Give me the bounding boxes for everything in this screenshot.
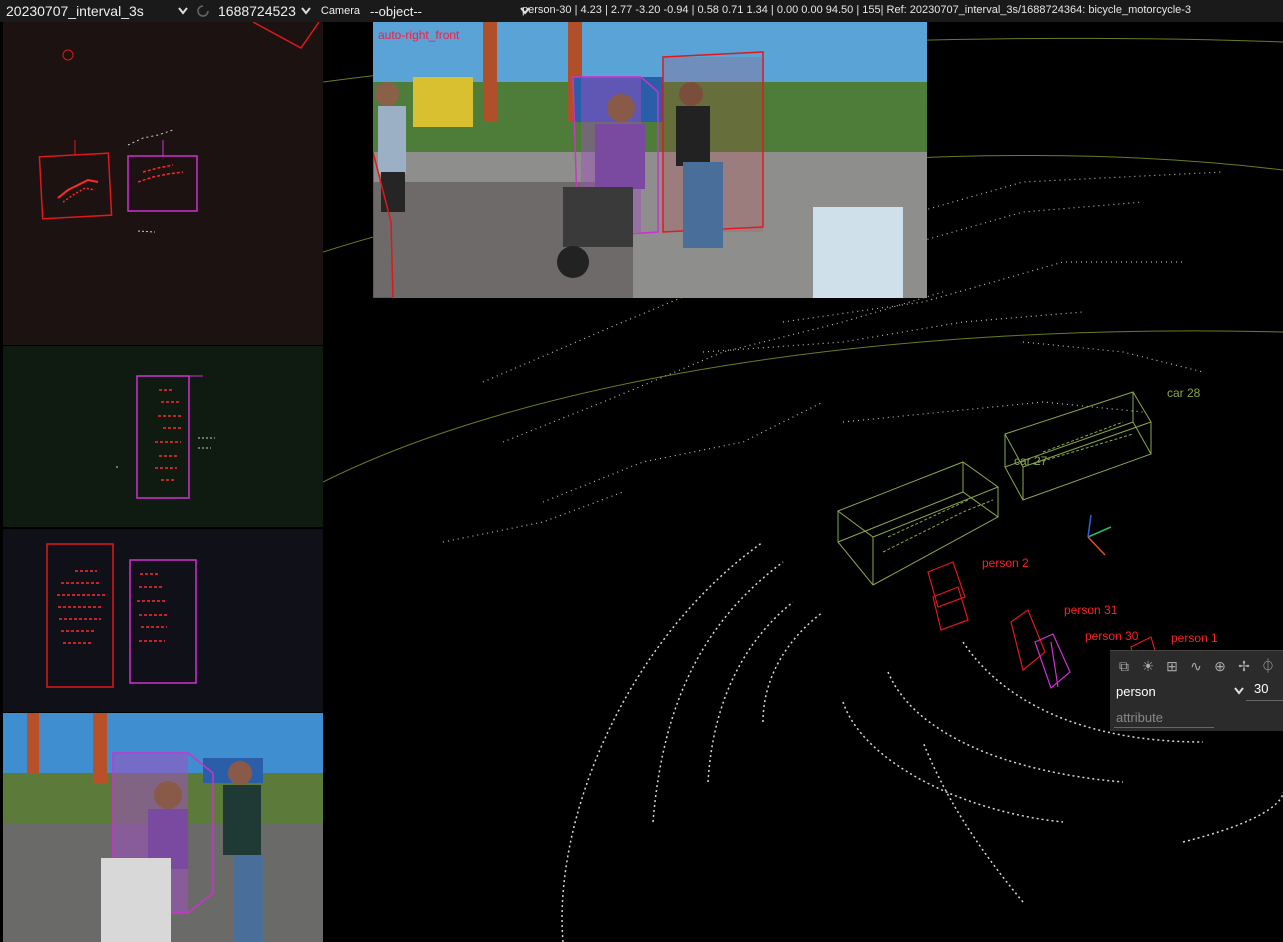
pin-icon[interactable]: ⏀: [1258, 656, 1278, 676]
camera-overlay-name: auto-right_front: [378, 28, 460, 42]
side-view[interactable]: [3, 346, 323, 527]
object-label-person-1[interactable]: person 1: [1171, 631, 1218, 645]
class-select-value: person: [1116, 683, 1156, 699]
light-icon[interactable]: ☀: [1138, 656, 1158, 676]
frame-select[interactable]: 1688724523: [218, 3, 311, 19]
selected-object-info: person-30 | 4.23 | 2.77 -3.20 -0.94 | 0.…: [522, 4, 1192, 16]
move-icon[interactable]: ✢: [1234, 656, 1254, 676]
object-label-person-31[interactable]: person 31: [1064, 603, 1117, 617]
copy-icon[interactable]: ⧉: [1114, 656, 1134, 676]
chevron-down-icon: [1234, 687, 1244, 695]
camera-overlay-image: [373, 22, 927, 298]
top-view[interactable]: [3, 22, 323, 345]
object-label-person-2[interactable]: person 2: [982, 556, 1029, 570]
camera-overlay[interactable]: auto-right_front: [373, 22, 927, 298]
back-view-canvas: [46, 543, 197, 688]
object-editor-panel: ⧉ ☀ ⊞ ∿ ⊕ ✢ ⏀ person 30: [1110, 650, 1283, 731]
object-label-person-30[interactable]: person 30: [1085, 629, 1138, 643]
chevron-down-icon: [301, 7, 311, 15]
zoom-icon[interactable]: ⊕: [1210, 656, 1230, 676]
layout-icon[interactable]: ⊞: [1162, 656, 1182, 676]
side-views-panel: [0, 22, 323, 942]
chevron-down-icon: [178, 7, 188, 15]
top-view-canvas: [38, 22, 320, 233]
reload-icon[interactable]: [194, 2, 212, 20]
back-view[interactable]: [3, 529, 323, 712]
toolbar: 20230707_interval_3s 1688724523 Camera -…: [0, 0, 1283, 22]
object-select[interactable]: --object--: [370, 4, 530, 19]
track-id-field[interactable]: 30: [1246, 681, 1283, 701]
class-select[interactable]: person: [1116, 681, 1244, 701]
camera-thumbnail-image: [3, 713, 323, 942]
attribute-input[interactable]: [1114, 707, 1214, 728]
camera-button[interactable]: Camera: [321, 5, 360, 17]
curve-icon[interactable]: ∿: [1186, 656, 1206, 676]
scene-select-value: 20230707_interval_3s: [6, 3, 144, 19]
object-select-value: --object--: [370, 3, 423, 19]
side-view-canvas: [116, 375, 215, 499]
scene-select[interactable]: 20230707_interval_3s: [6, 3, 188, 19]
camera-thumbnail[interactable]: [3, 713, 323, 942]
frame-select-value: 1688724523: [218, 3, 296, 19]
object-label-car-28[interactable]: car 28: [1167, 386, 1200, 400]
object-label-car-27[interactable]: car 27: [1014, 454, 1047, 468]
